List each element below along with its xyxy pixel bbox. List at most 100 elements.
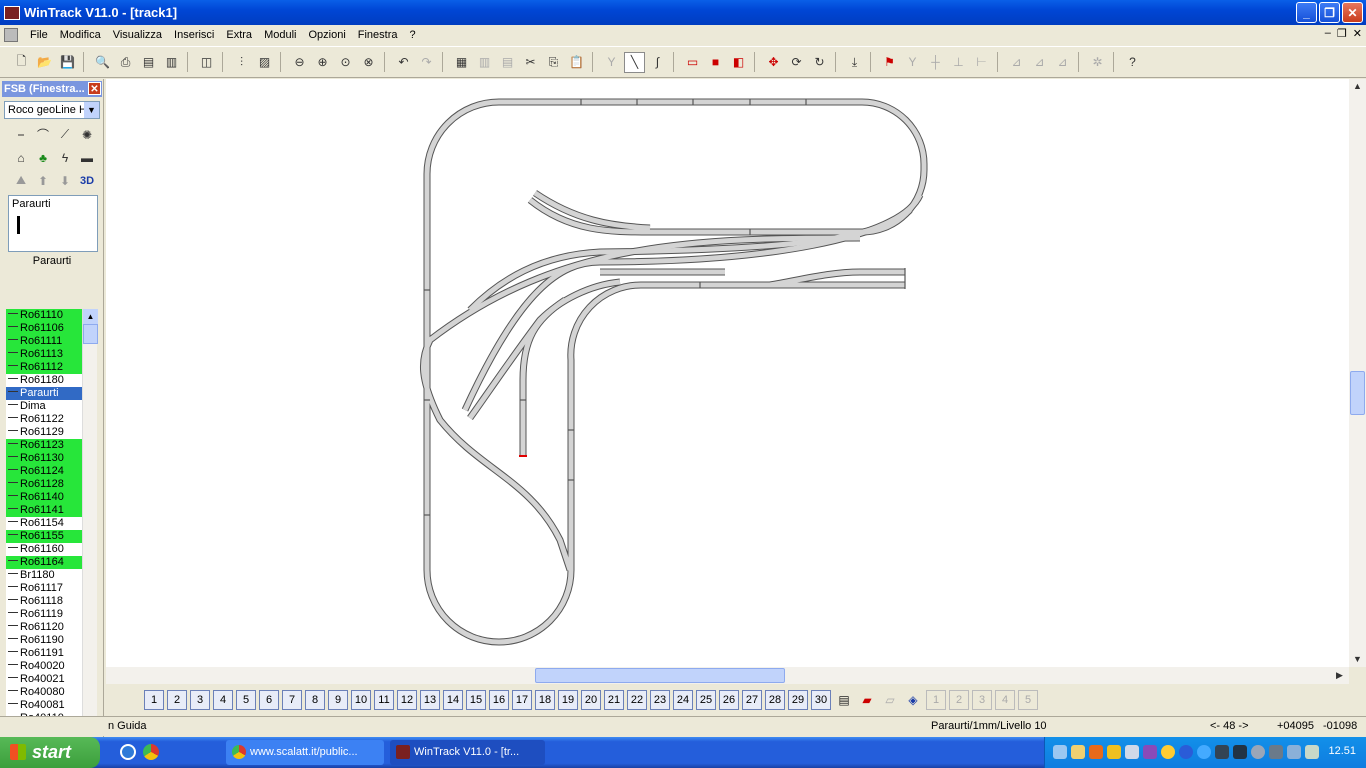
part-list-item[interactable]: Ro40080 bbox=[6, 686, 82, 699]
part-list-item[interactable]: Ro40021 bbox=[6, 673, 82, 686]
app-icon[interactable] bbox=[4, 5, 20, 20]
track-cut-icon[interactable]: ⊢ bbox=[971, 52, 992, 73]
print-list-icon[interactable]: ▥ bbox=[161, 52, 182, 73]
level-button-13[interactable]: 13 bbox=[420, 690, 440, 710]
part-list-item[interactable]: Ro61129 bbox=[6, 426, 82, 439]
part-list[interactable]: Ro61110 Ro61106 Ro61111 Ro61113 Ro61112 Ro611… bbox=[6, 309, 82, 735]
level-button-6[interactable]: 6 bbox=[259, 690, 279, 710]
part-list-item[interactable]: Paraurti bbox=[6, 387, 82, 400]
module-button-5[interactable]: 5 bbox=[1018, 690, 1038, 710]
redo-icon[interactable]: ↷ bbox=[416, 52, 437, 73]
menu-extra[interactable]: Extra bbox=[220, 29, 258, 41]
level-button-4[interactable]: 4 bbox=[213, 690, 233, 710]
mdi-close-icon[interactable]: ✕ bbox=[1353, 27, 1362, 40]
horizontal-scroll-thumb[interactable] bbox=[535, 668, 785, 683]
network-icon[interactable] bbox=[1053, 745, 1067, 759]
wireless-icon[interactable] bbox=[1305, 745, 1319, 759]
level-button-8[interactable]: 8 bbox=[305, 690, 325, 710]
device-icon[interactable] bbox=[1233, 745, 1247, 759]
save-icon[interactable]: 💾 bbox=[57, 52, 78, 73]
switch-tool-icon[interactable]: Y bbox=[601, 52, 622, 73]
level-button-1[interactable]: 1 bbox=[144, 690, 164, 710]
part-list-scrollbar[interactable]: ▲ ▼ bbox=[82, 309, 98, 735]
part-list-item[interactable]: Ro61190 bbox=[6, 634, 82, 647]
properties-icon[interactable]: ▦ bbox=[451, 52, 472, 73]
part-list-item[interactable]: Dima bbox=[6, 400, 82, 413]
vertical-scrollbar[interactable]: ▲ ▼ bbox=[1349, 79, 1366, 667]
chrome-icon[interactable] bbox=[143, 744, 159, 760]
mdi-minimize-icon[interactable]: – bbox=[1325, 27, 1331, 40]
layers-stack-icon[interactable]: ▤ bbox=[834, 690, 854, 710]
chevron-down-icon[interactable]: ▼ bbox=[84, 102, 99, 118]
monitor-icon[interactable] bbox=[1125, 745, 1139, 759]
print-setup-icon[interactable]: ▤ bbox=[138, 52, 159, 73]
scroll-up-icon[interactable]: ▲ bbox=[83, 309, 98, 324]
horizontal-scrollbar[interactable]: ▶ bbox=[106, 667, 1349, 684]
module-button-1[interactable]: 1 bbox=[926, 690, 946, 710]
signal-icon[interactable]: ⚑ bbox=[879, 52, 900, 73]
vertical-scroll-thumb[interactable] bbox=[1350, 371, 1365, 415]
copy-icon[interactable]: ⎘ bbox=[543, 52, 564, 73]
zoom-in-icon[interactable]: ⊕ bbox=[312, 52, 333, 73]
part-list-item[interactable]: Ro61140 bbox=[6, 491, 82, 504]
level-button-2[interactable]: 2 bbox=[167, 690, 187, 710]
level-button-14[interactable]: 14 bbox=[443, 690, 463, 710]
grade-icon[interactable]: ⊿ bbox=[1052, 52, 1073, 73]
update-icon[interactable] bbox=[1197, 745, 1211, 759]
zoom-out-icon[interactable]: ⊖ bbox=[289, 52, 310, 73]
gear-icon[interactable]: ✲ bbox=[1087, 52, 1108, 73]
menu-modifica[interactable]: Modifica bbox=[54, 29, 107, 41]
connect-icon[interactable]: ⤓ bbox=[844, 52, 865, 73]
scroll-up-icon[interactable]: ▲ bbox=[1350, 79, 1365, 94]
mdi-restore-icon[interactable]: ❐ bbox=[1337, 27, 1347, 40]
module-button-4[interactable]: 4 bbox=[995, 690, 1015, 710]
layer-disabled-icon[interactable]: ▱ bbox=[880, 690, 900, 710]
part-list-item[interactable]: Ro61118 bbox=[6, 595, 82, 608]
part-list-item[interactable]: Ro61154 bbox=[6, 517, 82, 530]
audio-icon[interactable] bbox=[1251, 745, 1265, 759]
track-layout[interactable] bbox=[106, 79, 1349, 667]
menu-help[interactable]: ? bbox=[404, 29, 422, 41]
tree-icon[interactable]: ♣ bbox=[32, 146, 54, 169]
straight-tool-icon[interactable]: ╲ bbox=[624, 51, 645, 73]
list-alt-icon[interactable]: ▤ bbox=[497, 52, 518, 73]
level-button-11[interactable]: 11 bbox=[374, 690, 394, 710]
part-list-item[interactable]: Ro61120 bbox=[6, 621, 82, 634]
level-button-12[interactable]: 12 bbox=[397, 690, 417, 710]
raise-icon[interactable]: ⬆ bbox=[32, 169, 54, 192]
print-icon[interactable]: ⎙ bbox=[115, 52, 136, 73]
print-preview-icon[interactable]: 🔍 bbox=[92, 52, 113, 73]
module-button-2[interactable]: 2 bbox=[949, 690, 969, 710]
zoom-fit-icon[interactable]: ⊗ bbox=[358, 52, 379, 73]
part-list-item[interactable]: Ro61124 bbox=[6, 465, 82, 478]
ungroup-icon[interactable]: ◧ bbox=[728, 52, 749, 73]
track-split-icon[interactable]: ⊥ bbox=[948, 52, 969, 73]
layer-manager-icon[interactable]: ◈ bbox=[903, 690, 923, 710]
level-button-22[interactable]: 22 bbox=[627, 690, 647, 710]
level-button-17[interactable]: 17 bbox=[512, 690, 532, 710]
app-tray-icon[interactable] bbox=[1089, 745, 1103, 759]
electric-icon[interactable]: ϟ bbox=[54, 146, 76, 169]
rotate-180-icon[interactable]: ↻ bbox=[809, 52, 830, 73]
part-list-item[interactable]: Ro40081 bbox=[6, 699, 82, 712]
module-button-3[interactable]: 3 bbox=[972, 690, 992, 710]
library-select[interactable]: Roco geoLine H ▼ bbox=[4, 101, 100, 119]
close-button[interactable]: ✕ bbox=[1342, 2, 1363, 23]
part-list-item[interactable]: Ro61191 bbox=[6, 647, 82, 660]
level-button-30[interactable]: 30 bbox=[811, 690, 831, 710]
module-icon[interactable]: ▭ bbox=[682, 52, 703, 73]
part-list-item[interactable]: Ro61155 bbox=[6, 530, 82, 543]
power-icon[interactable] bbox=[1287, 745, 1301, 759]
straight-track-icon[interactable]: ⎯ bbox=[10, 123, 32, 146]
open-folder-icon[interactable]: 📂 bbox=[34, 52, 55, 73]
building-icon[interactable]: ⌂ bbox=[10, 146, 32, 169]
track-join-icon[interactable]: ┼ bbox=[925, 52, 946, 73]
part-list-item[interactable]: Ro61112 bbox=[6, 361, 82, 374]
part-list-item[interactable]: Ro61123 bbox=[6, 439, 82, 452]
menu-file[interactable]: File bbox=[24, 29, 54, 41]
ie-icon[interactable] bbox=[120, 744, 136, 760]
platform-icon[interactable]: ▬ bbox=[76, 146, 98, 169]
landscape-icon[interactable]: ⛰ bbox=[10, 169, 32, 192]
group-icon[interactable]: ■ bbox=[705, 52, 726, 73]
restore-button[interactable]: ❐ bbox=[1319, 2, 1340, 23]
